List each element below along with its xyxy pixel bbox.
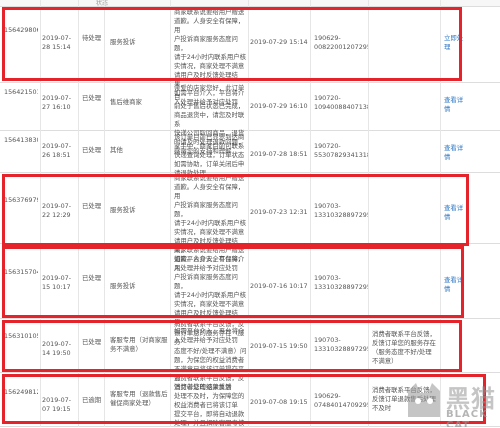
row-divider: [0, 172, 500, 173]
complaint-time: 2019-07-28 18:51: [250, 150, 308, 158]
complaint-id: 156413830554513: [4, 136, 38, 144]
complaint-date: 2019-07-26 18:51: [42, 142, 72, 159]
watermark-en: BLACK CAT: [446, 409, 488, 427]
complaint-content: 该订单目前已显示到达商 家手中，商家目前可联系 快递查询处理，订单状态 如需协助…: [174, 133, 245, 177]
order-number: 190720-553078293413181: [314, 142, 368, 159]
row-divider: [0, 82, 500, 83]
highlight-box: [2, 174, 469, 246]
complaint-type: 售后维商家: [110, 98, 142, 106]
order-number: 190720-109400884071381: [314, 94, 368, 111]
cat-logo-icon: [408, 383, 440, 417]
action-link[interactable]: 查看详情: [444, 144, 464, 162]
black-cat-watermark: 黑猫 BLACK CAT: [400, 375, 500, 427]
row-divider: [0, 318, 500, 319]
highlight-box: [2, 246, 464, 318]
complaint-status: 已处理: [82, 94, 102, 102]
complaint-type: 其他: [110, 146, 123, 154]
row-divider: [0, 130, 500, 131]
complaint-date: 2019-07-27 16:10: [42, 94, 72, 111]
complaint-time: 2019-07-29 16:10: [250, 102, 308, 110]
complaint-id: 156421501977377: [4, 88, 38, 96]
action-link[interactable]: 查看详情: [444, 96, 464, 114]
highlight-box: [2, 7, 462, 81]
row-divider: [0, 372, 500, 373]
highlight-box: [2, 320, 462, 372]
complaint-status: 已处理: [82, 146, 102, 154]
